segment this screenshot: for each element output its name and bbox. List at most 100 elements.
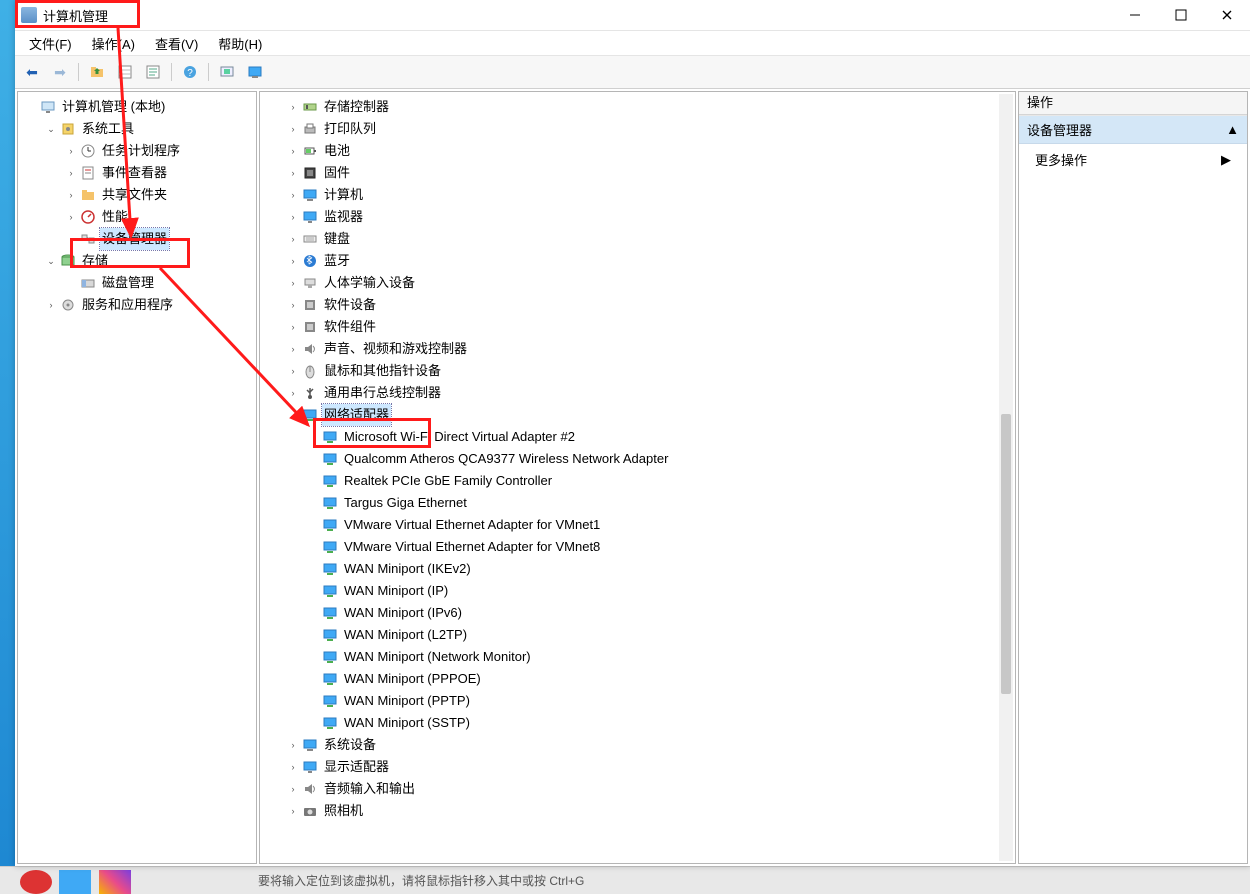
tree-node-label[interactable]: 音频输入和输出 <box>322 778 417 800</box>
tree-node-label[interactable]: 打印队列 <box>322 118 378 140</box>
tree-row[interactable]: WAN Miniport (SSTP) <box>260 712 1015 734</box>
tree-node-label[interactable]: 计算机管理 (本地) <box>60 96 167 118</box>
tree-node-label[interactable]: WAN Miniport (Network Monitor) <box>342 646 533 668</box>
tree-node-label[interactable]: 软件设备 <box>322 294 378 316</box>
tree-node-label[interactable]: 通用串行总线控制器 <box>322 382 443 404</box>
expand-icon[interactable]: › <box>286 738 300 752</box>
menu-view[interactable]: 查看(V) <box>145 32 208 55</box>
actions-group-header[interactable]: 设备管理器 ▲ <box>1019 116 1247 144</box>
tree-node-label[interactable]: 服务和应用程序 <box>80 294 175 316</box>
scrollbar-thumb[interactable] <box>1001 414 1011 694</box>
tree-row[interactable]: 磁盘管理 <box>18 272 256 294</box>
expand-icon[interactable]: › <box>286 276 300 290</box>
tree-row[interactable]: › 任务计划程序 <box>18 140 256 162</box>
tree-row[interactable]: › 共享文件夹 <box>18 184 256 206</box>
tree-row[interactable]: Realtek PCIe GbE Family Controller <box>260 470 1015 492</box>
tree-node-label[interactable]: 共享文件夹 <box>100 184 169 206</box>
actions-more[interactable]: 更多操作 ▶ <box>1019 144 1247 175</box>
tree-node-label[interactable]: WAN Miniport (PPTP) <box>342 690 472 712</box>
collapse-icon[interactable]: ⌄ <box>44 122 58 136</box>
device-tree[interactable]: ›存储控制器›打印队列›电池›固件›计算机›监视器›键盘›蓝牙›人体学输入设备›… <box>260 92 1015 863</box>
tree-node-label[interactable]: 软件组件 <box>322 316 378 338</box>
tree-node-label[interactable]: 性能 <box>100 206 130 228</box>
expand-icon[interactable]: › <box>286 188 300 202</box>
tree-row[interactable]: Qualcomm Atheros QCA9377 Wireless Networ… <box>260 448 1015 470</box>
tree-row[interactable]: › 性能 <box>18 206 256 228</box>
tree-row[interactable]: ›照相机 <box>260 800 1015 822</box>
tree-node-label[interactable]: 声音、视频和游戏控制器 <box>322 338 469 360</box>
tree-node-label[interactable]: Realtek PCIe GbE Family Controller <box>342 470 554 492</box>
tree-node-label[interactable]: WAN Miniport (IKEv2) <box>342 558 473 580</box>
tree-node-label[interactable]: 设备管理器 <box>100 228 169 250</box>
tree-node-label[interactable]: 鼠标和其他指针设备 <box>322 360 443 382</box>
tree-node-label[interactable]: Qualcomm Atheros QCA9377 Wireless Networ… <box>342 448 670 470</box>
tree-node-label[interactable]: 键盘 <box>322 228 352 250</box>
expand-icon[interactable]: › <box>286 364 300 378</box>
scrollbar[interactable] <box>999 94 1013 861</box>
maximize-button[interactable] <box>1158 0 1204 30</box>
tree-row[interactable]: WAN Miniport (PPPOE) <box>260 668 1015 690</box>
tree-row[interactable]: ›通用串行总线控制器 <box>260 382 1015 404</box>
show-hidden-button[interactable] <box>242 60 268 84</box>
tree-node-label[interactable]: 系统设备 <box>322 734 378 756</box>
scan-hardware-button[interactable] <box>214 60 240 84</box>
tree-node-label[interactable]: 蓝牙 <box>322 250 352 272</box>
expand-icon[interactable]: › <box>64 188 78 202</box>
tree-row[interactable]: ›固件 <box>260 162 1015 184</box>
tree-row[interactable]: ›监视器 <box>260 206 1015 228</box>
forward-button[interactable]: ➡ <box>47 60 73 84</box>
tree-node-label[interactable]: 磁盘管理 <box>100 272 156 294</box>
tree-row[interactable]: › 蓝牙 <box>260 250 1015 272</box>
taskbar[interactable]: 要将输入定位到该虚拟机，请将鼠标指针移入其中或按 Ctrl+G <box>0 866 1250 894</box>
expand-icon[interactable]: › <box>44 298 58 312</box>
collapse-icon[interactable]: ⌄ <box>44 254 58 268</box>
tree-node-label[interactable]: VMware Virtual Ethernet Adapter for VMne… <box>342 514 602 536</box>
tree-row[interactable]: WAN Miniport (L2TP) <box>260 624 1015 646</box>
tree-row[interactable]: WAN Miniport (Network Monitor) <box>260 646 1015 668</box>
tree-node-label[interactable]: 电池 <box>322 140 352 162</box>
expand-icon[interactable]: › <box>286 100 300 114</box>
tree-node-label[interactable]: 系统工具 <box>80 118 136 140</box>
tree-node-label[interactable]: 存储控制器 <box>322 96 391 118</box>
tree-node-label[interactable]: WAN Miniport (IPv6) <box>342 602 464 624</box>
titlebar[interactable]: 计算机管理 <box>15 0 1250 31</box>
tree-row[interactable]: › 计算机 <box>260 184 1015 206</box>
menu-file[interactable]: 文件(F) <box>19 32 82 55</box>
menu-action[interactable]: 操作(A) <box>82 32 145 55</box>
expand-icon[interactable]: › <box>286 122 300 136</box>
menu-help[interactable]: 帮助(H) <box>208 32 272 55</box>
taskbar-app-icon-2[interactable] <box>59 870 91 894</box>
tree-row[interactable]: Targus Giga Ethernet <box>260 492 1015 514</box>
tree-row[interactable]: › 键盘 <box>260 228 1015 250</box>
taskbar-app-icon-3[interactable] <box>99 870 131 894</box>
tree-row[interactable]: VMware Virtual Ethernet Adapter for VMne… <box>260 536 1015 558</box>
tree-row[interactable]: › 服务和应用程序 <box>18 294 256 316</box>
tree-row[interactable]: › 鼠标和其他指针设备 <box>260 360 1015 382</box>
tree-node-label[interactable]: 事件查看器 <box>100 162 169 184</box>
tree-node-label[interactable]: 任务计划程序 <box>100 140 182 162</box>
expand-icon[interactable]: › <box>64 144 78 158</box>
back-button[interactable]: ⬅ <box>19 60 45 84</box>
tree-row[interactable]: ⌄存储 <box>18 250 256 272</box>
expand-icon[interactable]: › <box>286 782 300 796</box>
tree-row[interactable]: ⌄网络适配器 <box>260 404 1015 426</box>
tree-row[interactable]: 计算机管理 (本地) <box>18 96 256 118</box>
tree-node-label[interactable]: 计算机 <box>322 184 365 206</box>
tree-row[interactable]: › 系统设备 <box>260 734 1015 756</box>
close-button[interactable] <box>1204 0 1250 30</box>
tree-row[interactable]: › 音频输入和输出 <box>260 778 1015 800</box>
expand-icon[interactable]: › <box>286 254 300 268</box>
expand-icon[interactable]: › <box>286 320 300 334</box>
expand-icon[interactable]: › <box>286 232 300 246</box>
tree-node-label[interactable]: Targus Giga Ethernet <box>342 492 469 514</box>
tree-node-label[interactable]: 显示适配器 <box>322 756 391 778</box>
expand-icon[interactable]: › <box>286 166 300 180</box>
left-nav-tree[interactable]: 计算机管理 (本地)⌄系统工具›任务计划程序›事件查看器›共享文件夹›性能设备管… <box>18 92 256 863</box>
tree-row[interactable]: ⌄ 系统工具 <box>18 118 256 140</box>
tree-node-label[interactable]: WAN Miniport (PPPOE) <box>342 668 483 690</box>
expand-icon[interactable]: › <box>286 298 300 312</box>
tree-node-label[interactable]: 人体学输入设备 <box>322 272 417 294</box>
expand-icon[interactable]: › <box>286 342 300 356</box>
list-view-button[interactable] <box>112 60 138 84</box>
expand-icon[interactable]: › <box>64 210 78 224</box>
